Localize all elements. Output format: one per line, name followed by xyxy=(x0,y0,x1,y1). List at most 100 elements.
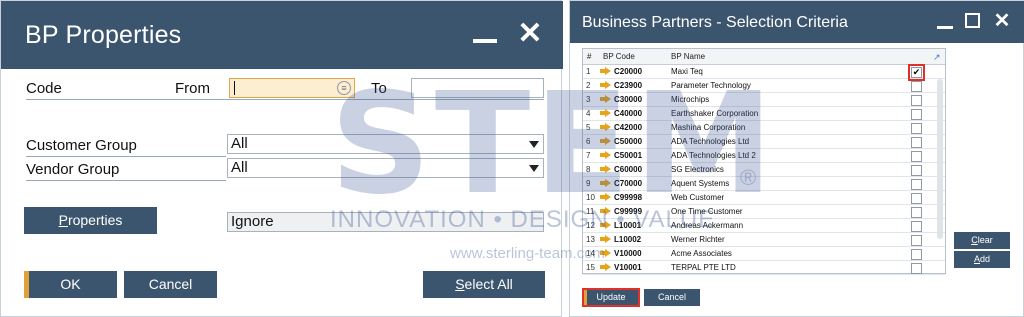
row-checkbox[interactable] xyxy=(911,193,922,204)
row-checkbox[interactable] xyxy=(911,109,922,120)
row-checkbox[interactable]: ✔ xyxy=(908,64,925,81)
code-from-field[interactable]: ≡ xyxy=(229,78,355,98)
link-arrow-icon[interactable] xyxy=(600,235,611,243)
properties-value-field[interactable]: Ignore xyxy=(227,212,544,232)
bp-name-cell: Mashina Corporation xyxy=(671,123,746,132)
clear-button[interactable]: Clear xyxy=(954,232,1010,249)
row-checkbox[interactable] xyxy=(911,249,922,260)
row-number: 15 xyxy=(586,263,595,272)
link-arrow-icon[interactable] xyxy=(600,263,611,271)
col-header-bp-name[interactable]: BP Name xyxy=(671,52,705,61)
link-arrow-icon[interactable] xyxy=(600,221,611,229)
bp-name-cell: Parameter Technology xyxy=(671,81,751,90)
properties-button[interactable]: Properties xyxy=(24,207,157,234)
add-button[interactable]: Add xyxy=(954,251,1010,268)
bp-code-cell: L10001 xyxy=(614,221,642,230)
vendor-group-dropdown[interactable]: All xyxy=(227,158,544,178)
expand-icon[interactable]: ↗ xyxy=(933,52,943,62)
close-icon[interactable]: ✕ xyxy=(517,19,543,49)
link-arrow-icon[interactable] xyxy=(600,123,611,131)
divider xyxy=(26,99,544,100)
bp-name-cell: SG Electronics xyxy=(671,165,724,174)
bp-code-cell: C60000 xyxy=(614,165,643,174)
row-number: 6 xyxy=(586,137,591,146)
link-arrow-icon[interactable] xyxy=(600,137,611,145)
code-to-field[interactable] xyxy=(411,78,544,98)
link-arrow-icon[interactable] xyxy=(600,81,611,89)
link-arrow-icon[interactable] xyxy=(600,193,611,201)
to-label: To xyxy=(371,80,387,97)
maximize-icon[interactable] xyxy=(965,13,980,28)
selection-criteria-title-bar: Business Partners - Selection Criteria ✕ xyxy=(570,1,1024,43)
bp-name-cell: Microchips xyxy=(671,95,710,104)
table-row[interactable]: 2 C23900 Parameter Technology xyxy=(583,79,945,93)
table-row[interactable]: 6 C50000 ADA Technologies Ltd xyxy=(583,135,945,149)
ok-button[interactable]: OK xyxy=(24,271,117,298)
choose-from-list-icon[interactable]: ≡ xyxy=(337,81,351,95)
row-checkbox[interactable] xyxy=(911,81,922,92)
row-checkbox[interactable] xyxy=(911,207,922,218)
row-checkbox[interactable] xyxy=(911,123,922,134)
link-arrow-icon[interactable] xyxy=(600,179,611,187)
bp-code-cell: L10002 xyxy=(614,235,642,244)
link-arrow-icon[interactable] xyxy=(600,249,611,257)
row-checkbox[interactable] xyxy=(911,221,922,232)
bp-code-cell: C50001 xyxy=(614,151,643,160)
link-arrow-icon[interactable] xyxy=(600,165,611,173)
row-number: 14 xyxy=(586,249,595,258)
table-row[interactable]: 7 C50001 ADA Technologies Ltd 2 xyxy=(583,149,945,163)
table-row[interactable]: 9 C70000 Aquent Systems xyxy=(583,177,945,191)
table-row[interactable]: 5 C42000 Mashina Corporation xyxy=(583,121,945,135)
window-title: Business Partners - Selection Criteria xyxy=(582,14,848,31)
link-arrow-icon[interactable] xyxy=(600,151,611,159)
row-checkbox[interactable] xyxy=(911,165,922,176)
link-arrow-icon[interactable] xyxy=(600,67,611,75)
table-row[interactable]: 8 C60000 SG Electronics xyxy=(583,163,945,177)
table-row[interactable]: 11 C99999 One Time Customer xyxy=(583,205,945,219)
row-checkbox[interactable] xyxy=(911,95,922,106)
row-number: 3 xyxy=(586,95,591,104)
chevron-down-icon xyxy=(529,165,539,172)
row-number: 9 xyxy=(586,179,591,188)
properties-value: Ignore xyxy=(231,213,274,230)
table-row[interactable]: 14 V10000 Acme Associates xyxy=(583,247,945,261)
row-checkbox[interactable] xyxy=(911,137,922,148)
minimize-icon[interactable] xyxy=(473,25,497,45)
row-number: 7 xyxy=(586,151,591,160)
table-row[interactable]: 10 C99998 Web Customer xyxy=(583,191,945,205)
customer-group-value: All xyxy=(231,135,248,152)
bp-properties-title-bar: BP Properties ✕ xyxy=(1,1,563,69)
cancel-button[interactable]: Cancel xyxy=(124,271,217,298)
table-row[interactable]: 13 L10002 Werner Richter xyxy=(583,233,945,247)
row-checkbox[interactable] xyxy=(911,151,922,162)
cancel-button[interactable]: Cancel xyxy=(644,289,700,306)
table-row[interactable]: 3 C30000 Microchips xyxy=(583,93,945,107)
close-icon[interactable]: ✕ xyxy=(992,10,1012,32)
row-checkbox[interactable] xyxy=(911,179,922,190)
row-number: 1 xyxy=(586,67,591,76)
table-row[interactable]: 4 C40000 Earthshaker Corporation xyxy=(583,107,945,121)
row-number: 10 xyxy=(586,193,595,202)
bp-properties-window: BP Properties ✕ Code From ≡ To Customer … xyxy=(0,0,563,317)
row-number: 4 xyxy=(586,109,591,118)
row-checkbox[interactable] xyxy=(911,263,922,274)
bp-name-cell: Andreas Ackermann xyxy=(671,221,744,230)
bp-name-cell: TERPAL PTE LTD xyxy=(671,263,736,272)
bp-code-cell: C50000 xyxy=(614,137,643,146)
link-arrow-icon[interactable] xyxy=(600,207,611,215)
table-row[interactable]: 15 V10001 TERPAL PTE LTD xyxy=(583,261,945,275)
col-header-bp-code[interactable]: BP Code xyxy=(603,52,635,61)
customer-group-dropdown[interactable]: All xyxy=(227,134,544,154)
link-arrow-icon[interactable] xyxy=(600,95,611,103)
vendor-group-value: All xyxy=(231,159,248,176)
bp-code-cell: V10000 xyxy=(614,249,642,258)
vertical-scrollbar[interactable] xyxy=(937,79,943,239)
update-button[interactable]: Update xyxy=(584,290,638,305)
minimize-icon[interactable] xyxy=(937,14,953,30)
table-row[interactable]: 12 L10001 Andreas Ackermann xyxy=(583,219,945,233)
link-arrow-icon[interactable] xyxy=(600,109,611,117)
bp-name-cell: One Time Customer xyxy=(671,207,743,216)
row-checkbox[interactable] xyxy=(911,235,922,246)
table-row[interactable]: 1 C20000 Maxi Teq ✔ xyxy=(583,64,945,81)
select-all-button[interactable]: Select All xyxy=(423,271,545,298)
